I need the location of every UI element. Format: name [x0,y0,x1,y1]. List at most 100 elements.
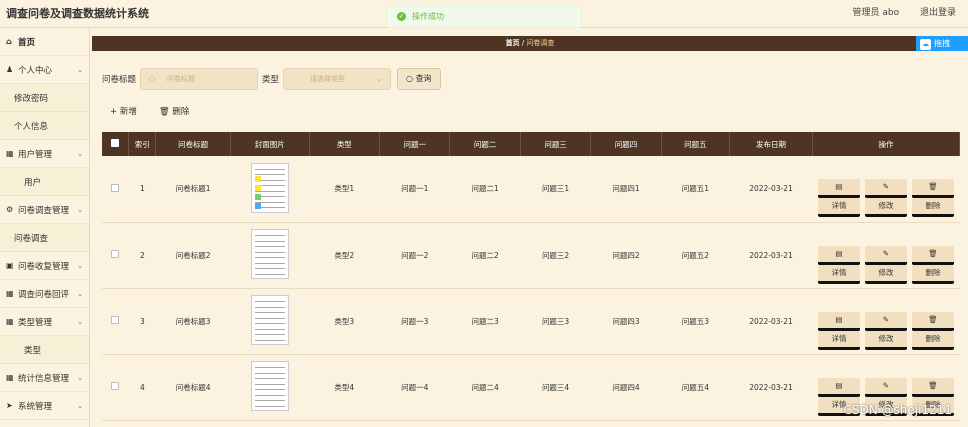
search-bar: 问卷标题 ○ 问卷标题 类型 请选择类型 ⌄ ○ 查询 [102,68,441,90]
cover-image[interactable] [250,295,289,345]
detail-button-label: 详情 [817,330,860,350]
grid-icon: ▦ [6,149,14,158]
thumb-color-block [254,193,261,200]
cell-index-text: 3 [139,316,145,326]
cover-image[interactable] [250,162,289,213]
cell-date-text: 2022-03-21 [749,184,793,194]
cell-q1: 问题一1 [379,156,450,223]
edit-button-label: 修改 [864,198,907,218]
sidebar-item[interactable]: ▣ 问卷收复管理 ⌄ [0,252,89,280]
cell-q4-text: 问题四3 [612,316,640,326]
cell-q5: 问题五1 [661,156,730,223]
edit-button[interactable]: ✎ 修改 [864,377,907,416]
row-checkbox[interactable] [111,183,120,192]
cell-q2-text: 问题二3 [471,316,499,326]
thumb-color-block [254,175,261,182]
delete-icon: 🗑 [911,245,954,265]
cell-q3-text: 问题三2 [541,250,570,260]
cell-date-text: 2022-03-21 [749,250,793,260]
sidebar-item-label: 调查问卷回评 [18,289,70,300]
column-header: 发布日期 [729,132,813,156]
cell-q3: 问题三4 [520,354,591,421]
edit-icon: ✎ [864,311,907,331]
sidebar-item[interactable]: ▦ 用户管理 ⌄ [0,140,89,168]
logout-link[interactable]: 退出登录 [920,8,956,18]
delete-row-button[interactable]: 🗑 删除 [911,311,954,350]
edit-icon: ✎ [864,179,907,199]
sidebar-item[interactable]: 用户 [0,168,89,196]
sidebar-item[interactable]: 类型 [0,336,89,364]
detail-button[interactable]: ▤ 详情 [817,245,860,284]
column-header-label: 问题三 [544,139,567,149]
table-row: 2 问卷标题2 类型2 问题一2 问题二2 问题三2 问题四2 问题五2 2022-03-21 ▤… [102,222,960,289]
thumb-line [254,235,285,236]
cell-date: 2022-03-21 [729,156,813,223]
user-area: 管理员 abo 退出登录 [835,5,957,18]
delete-row-button[interactable]: 🗑 删除 [911,377,954,416]
detail-button[interactable]: ▤ 详情 [817,311,860,350]
cell-title: 问卷标题3 [155,288,231,355]
sidebar-item[interactable]: 修改密码 [0,84,89,112]
cell-type: 类型2 [309,222,380,289]
sidebar-item[interactable]: ▦ 调查问卷回评 ⌄ [0,280,89,308]
sidebar-item[interactable]: ♟ 个人中心 ⌄ [0,56,89,84]
title-placeholder: 问卷标题 [167,75,196,83]
edit-button[interactable]: ✎ 修改 [864,179,907,218]
cell-q4-text: 问题四2 [612,250,640,260]
edit-button[interactable]: ✎ 修改 [864,311,907,350]
home-icon: ⌂ [6,37,12,46]
delete-button[interactable]: 🗑 删除 [159,105,190,117]
thumb-color-block [254,202,261,209]
sidebar-item[interactable]: ⚙ 问卷调查管理 ⌄ [0,196,89,224]
row-checkbox[interactable] [111,316,120,324]
cell-title: 问卷标题4 [155,354,231,421]
title-label: 问卷标题 [102,75,137,85]
cell-index: 3 [128,288,156,355]
thumb-line [254,400,285,401]
cover-image[interactable] [250,361,289,411]
delete-label: 删除 [172,107,190,117]
cell-cover [230,288,310,355]
thumb-line [254,323,285,324]
sidebar-item[interactable]: 问卷调查 [0,224,89,252]
table-header: 索引 问卷标题 封面图片 类型 问题一 问题二 问题三 问题四 问题五 发布日期 操作 [102,132,961,156]
search-icon: ○ [406,74,416,83]
thumb-line [254,246,285,247]
title-input[interactable]: ○ 问卷标题 [140,68,259,90]
cell-q5: 问题五3 [661,288,730,355]
sidebar-item[interactable]: ▦ 统计信息管理 ⌄ [0,364,89,392]
sidebar-item[interactable]: ➤ 系统管理 ⌄ [0,392,89,420]
delete-row-button[interactable]: 🗑 删除 [911,245,954,284]
type-select[interactable]: 请选择类型 ⌄ [283,68,392,90]
cell-title-text: 问卷标题4 [175,382,211,392]
table-body: 1 问卷标题1 类型1 问题一1 问题二1 问题三1 问题四1 问题五1 2022-03-21 ▤… [102,156,960,421]
column-header-label: 问题四 [614,139,638,149]
cell-q2: 问题二1 [449,156,521,223]
sidebar-item-label: 用户 [24,177,42,188]
search-button[interactable]: ○ 查询 [397,68,441,90]
cell-index: 2 [128,222,156,289]
detail-button[interactable]: ▤ 详情 [817,377,860,416]
row-select-cell [102,288,129,355]
sidebar-item[interactable]: ▦ 类型管理 ⌄ [0,308,89,336]
cell-title-text: 问卷标题2 [175,250,211,260]
app-title: 调查问卷及调查数据统计系统 [6,7,149,20]
edit-icon: ✎ [864,245,907,265]
select-all-checkbox[interactable] [111,139,120,147]
cell-q2-text: 问题二2 [471,250,499,260]
row-checkbox[interactable] [111,250,120,258]
thumb-line [254,389,285,390]
sidebar-item-label: 首页 [18,37,36,48]
drag-tag[interactable]: ☁ 拖拽 [916,36,968,51]
sidebar-item[interactable]: ⌂ 首页 [0,28,89,56]
detail-button[interactable]: ▤ 详情 [817,179,860,218]
cover-image[interactable] [250,229,289,279]
delete-row-button[interactable]: 🗑 删除 [911,179,954,218]
row-checkbox[interactable] [111,382,120,390]
add-button[interactable]: + 新增 [110,105,137,117]
select-all-header[interactable] [102,132,130,156]
breadcrumb-home[interactable]: 首页 [506,39,520,47]
edit-button[interactable]: ✎ 修改 [864,245,907,284]
cell-q5-text: 问题五4 [681,382,710,392]
sidebar-item[interactable]: 个人信息 [0,112,89,140]
